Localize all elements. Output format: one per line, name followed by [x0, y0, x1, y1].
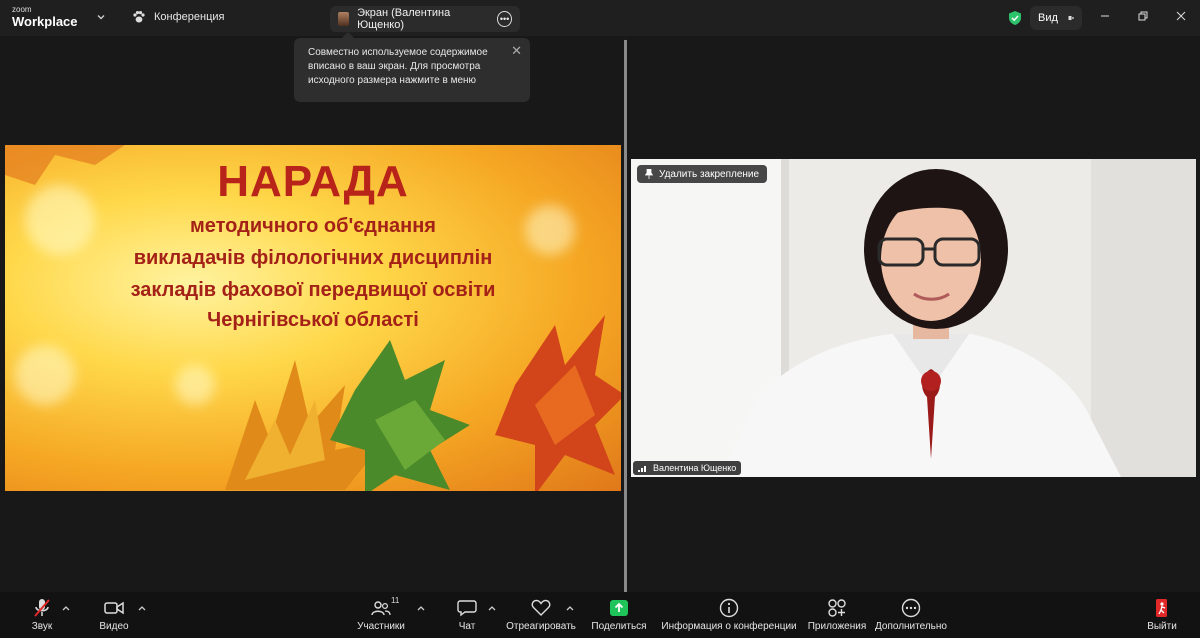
chevron-up-icon[interactable]: [565, 604, 575, 612]
restore-icon[interactable]: [1124, 0, 1162, 32]
unpin-label: Удалить закрепление: [659, 168, 760, 180]
window-controls: [1086, 0, 1200, 36]
chevron-up-icon[interactable]: [61, 604, 71, 612]
participant-name: Валентина Ющенко: [653, 463, 737, 473]
audio-label: Звук: [31, 621, 53, 632]
screen-share-tab[interactable]: Экран (Валентина Ющенко) •••: [330, 6, 520, 32]
more-button[interactable]: Дополнительно: [874, 592, 948, 638]
layout-icon: [1068, 15, 1074, 21]
react-button[interactable]: Отреагировать: [505, 592, 577, 638]
video-button[interactable]: Видео: [94, 592, 134, 638]
participants-button[interactable]: 11 Участники: [354, 592, 408, 638]
fit-screen-tooltip: Совместно используемое содержимое вписан…: [294, 32, 530, 102]
paw-icon: [133, 11, 145, 23]
more-options-icon[interactable]: •••: [497, 11, 512, 27]
chevron-up-icon[interactable]: [416, 604, 426, 612]
chat-label: Чат: [458, 621, 476, 632]
chevron-up-icon[interactable]: [487, 604, 497, 612]
view-button[interactable]: Вид: [1030, 6, 1082, 30]
more-label: Дополнительно: [875, 621, 947, 632]
microphone-muted-icon: [34, 599, 50, 617]
shared-screen-pane: НАРАДА методичного об'єднання викладачів…: [0, 36, 624, 592]
tooltip-line-2: вписано в ваш экран. Для просмотра: [308, 61, 481, 72]
slide-line-2: викладачів філологічних дисциплін: [133, 247, 493, 269]
leave-icon: [1156, 599, 1167, 617]
slide-title: НАРАДА: [217, 157, 409, 206]
share-screen-icon: [610, 600, 628, 616]
chevron-down-icon[interactable]: [96, 12, 106, 22]
minimize-icon[interactable]: [1086, 0, 1124, 32]
logo-big-text: Workplace: [12, 14, 78, 29]
share-screen-button[interactable]: Поделиться: [589, 592, 649, 638]
tooltip-line-1: Совместно используемое содержимое: [308, 47, 488, 58]
apps-icon: [828, 599, 846, 617]
meeting-toolbar: Звук Видео 11 Участники Чат Отреагироват…: [0, 592, 1200, 638]
screen-tab-label: Экран (Валентина Ющенко): [357, 7, 451, 31]
video-pane: Удалить закрепление Валентина Ющенко: [627, 36, 1200, 592]
close-icon[interactable]: ✕: [511, 44, 522, 58]
logo-small-text: zoom: [12, 5, 32, 14]
slide-line-3: закладів фахової передвищої освіти: [130, 279, 496, 301]
react-label: Отреагировать: [506, 621, 576, 632]
top-bar: zoom Workplace Конференция Экран (Валент…: [0, 0, 1200, 36]
leave-label: Выйти: [1147, 621, 1177, 632]
shared-slide: НАРАДА методичного об'єднання викладачів…: [5, 145, 621, 491]
presenter-thumbnail: [338, 12, 350, 26]
red-leaf-graphic: [495, 315, 621, 491]
tooltip-line-3: исходного размера нажмите в меню: [308, 75, 477, 86]
participant-video[interactable]: Удалить закрепление Валентина Ющенко: [631, 159, 1196, 477]
close-icon[interactable]: [1162, 0, 1200, 32]
speaker-image: [631, 159, 1196, 477]
info-icon: [719, 598, 739, 618]
shield-icon[interactable]: [1008, 10, 1022, 26]
signal-icon: [638, 466, 646, 472]
conference-label: Конференция: [154, 11, 225, 23]
pin-icon: [645, 169, 653, 179]
apps-button[interactable]: Приложения: [805, 592, 869, 638]
slide-line-4: Чернігівської області: [207, 309, 419, 331]
more-icon: [901, 598, 921, 618]
bokeh-light: [15, 345, 75, 405]
participants-count: 11: [391, 596, 400, 605]
unpin-button[interactable]: Удалить закрепление: [637, 165, 768, 183]
zoom-logo: zoom Workplace: [12, 5, 78, 29]
bokeh-light: [175, 365, 215, 405]
camera-icon: [104, 601, 124, 615]
apps-label: Приложения: [807, 621, 867, 632]
view-label: Вид: [1038, 12, 1058, 24]
audio-button[interactable]: Звук: [22, 592, 62, 638]
autumn-leaves-graphic: [225, 340, 470, 491]
leave-button[interactable]: Выйти: [1144, 592, 1180, 638]
slide-line-1: методичного об'єднання: [190, 215, 436, 237]
chevron-up-icon[interactable]: [137, 604, 147, 612]
participant-name-tag: Валентина Ющенко: [633, 461, 742, 475]
meeting-info-button[interactable]: Информация о конференции: [660, 592, 798, 638]
participants-icon: [371, 601, 391, 616]
info-label: Информация о конференции: [661, 621, 797, 632]
conference-menu[interactable]: Конференция: [132, 10, 224, 24]
heart-icon: [531, 599, 551, 616]
video-label: Видео: [99, 621, 129, 632]
participants-label: Участники: [357, 621, 405, 632]
chat-button[interactable]: Чат: [452, 592, 482, 638]
chat-icon: [457, 600, 477, 617]
share-label: Поделиться: [591, 621, 647, 632]
